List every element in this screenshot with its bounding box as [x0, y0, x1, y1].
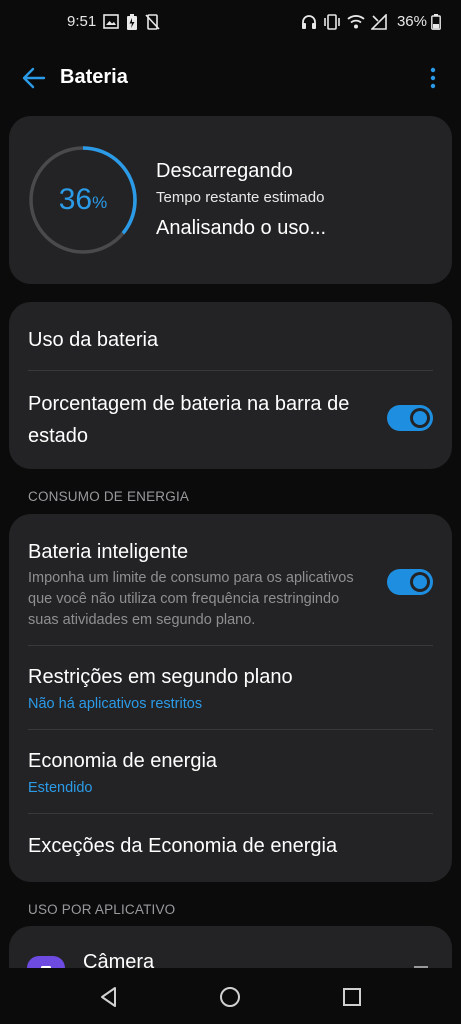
power-saving-title: Economia de energia	[28, 750, 218, 772]
battery-level-unit: %	[92, 193, 108, 212]
status-bar-percentage-label: Porcentagem de bateria na barra de estad…	[28, 393, 350, 447]
status-bar-percentage-toggle[interactable]	[387, 405, 433, 431]
battery-icon	[431, 14, 441, 30]
battery-usage-label: Uso da bateria	[28, 329, 159, 351]
toggle-knob	[410, 572, 430, 592]
nav-home-icon[interactable]	[219, 986, 241, 1008]
battery-saver-icon	[127, 14, 137, 30]
smart-battery-description: Imponha um limite de consumo para os apl…	[28, 570, 354, 628]
more-options-icon[interactable]	[427, 64, 439, 92]
estimate-label: Tempo restante estimado	[156, 189, 325, 206]
power-saving-subtitle: Estendido	[28, 780, 93, 796]
status-bar: 9:51 36%	[0, 0, 461, 46]
power-saving-exceptions-item[interactable]: Exceções da Economia de energia	[9, 814, 452, 882]
battery-state: Descarregando	[156, 160, 293, 182]
section-header-power: CONSUMO DE ENERGIA	[28, 489, 190, 504]
nav-recents-icon[interactable]	[342, 987, 362, 1007]
headset-icon	[302, 15, 316, 29]
status-battery-percent: 36%	[396, 13, 427, 30]
divider	[28, 370, 433, 371]
section-header-apps: USO POR APLICATIVO	[28, 902, 176, 917]
smart-battery-title: Bateria inteligente	[28, 541, 189, 563]
wifi-icon	[347, 15, 365, 29]
no-notifications-icon	[145, 14, 160, 30]
smart-battery-item[interactable]: Bateria inteligente Imponha um limite de…	[9, 514, 452, 644]
status-bar-percentage-item[interactable]: Porcentagem de bateria na barra de estad…	[9, 372, 452, 469]
vibrate-icon	[324, 14, 340, 30]
battery-settings-card: Uso da bateria Porcentagem de bateria na…	[9, 302, 452, 469]
smart-battery-toggle[interactable]	[387, 569, 433, 595]
power-saving-item[interactable]: Economia de energia Estendido	[9, 730, 452, 813]
battery-status-card: 36% Descarregando Tempo restante estimad…	[9, 116, 452, 284]
status-left-icons	[103, 14, 160, 30]
navigation-bar	[0, 968, 461, 1024]
nav-back-icon[interactable]	[98, 986, 120, 1008]
power-consumption-card: Bateria inteligente Imponha um limite de…	[9, 514, 452, 882]
gallery-icon	[103, 14, 119, 29]
estimate-value: Analisando o uso...	[156, 217, 327, 239]
status-right-icons	[301, 14, 387, 30]
toggle-knob	[410, 408, 430, 428]
background-restrictions-title: Restrições em segundo plano	[28, 666, 293, 688]
back-arrow-icon[interactable]	[20, 64, 48, 92]
page-title: Bateria	[60, 66, 128, 88]
battery-level-text: 36%	[27, 144, 139, 256]
background-restrictions-item[interactable]: Restrições em segundo plano Não há aplic…	[9, 646, 452, 729]
app-bar: Bateria	[0, 50, 461, 106]
battery-usage-item[interactable]: Uso da bateria	[9, 302, 452, 372]
battery-level-number: 36	[58, 183, 93, 216]
power-saving-exceptions-title: Exceções da Economia de energia	[28, 835, 338, 857]
signal-icon	[371, 14, 387, 30]
status-time: 9:51	[67, 13, 97, 30]
background-restrictions-subtitle: Não há aplicativos restritos	[28, 696, 203, 712]
